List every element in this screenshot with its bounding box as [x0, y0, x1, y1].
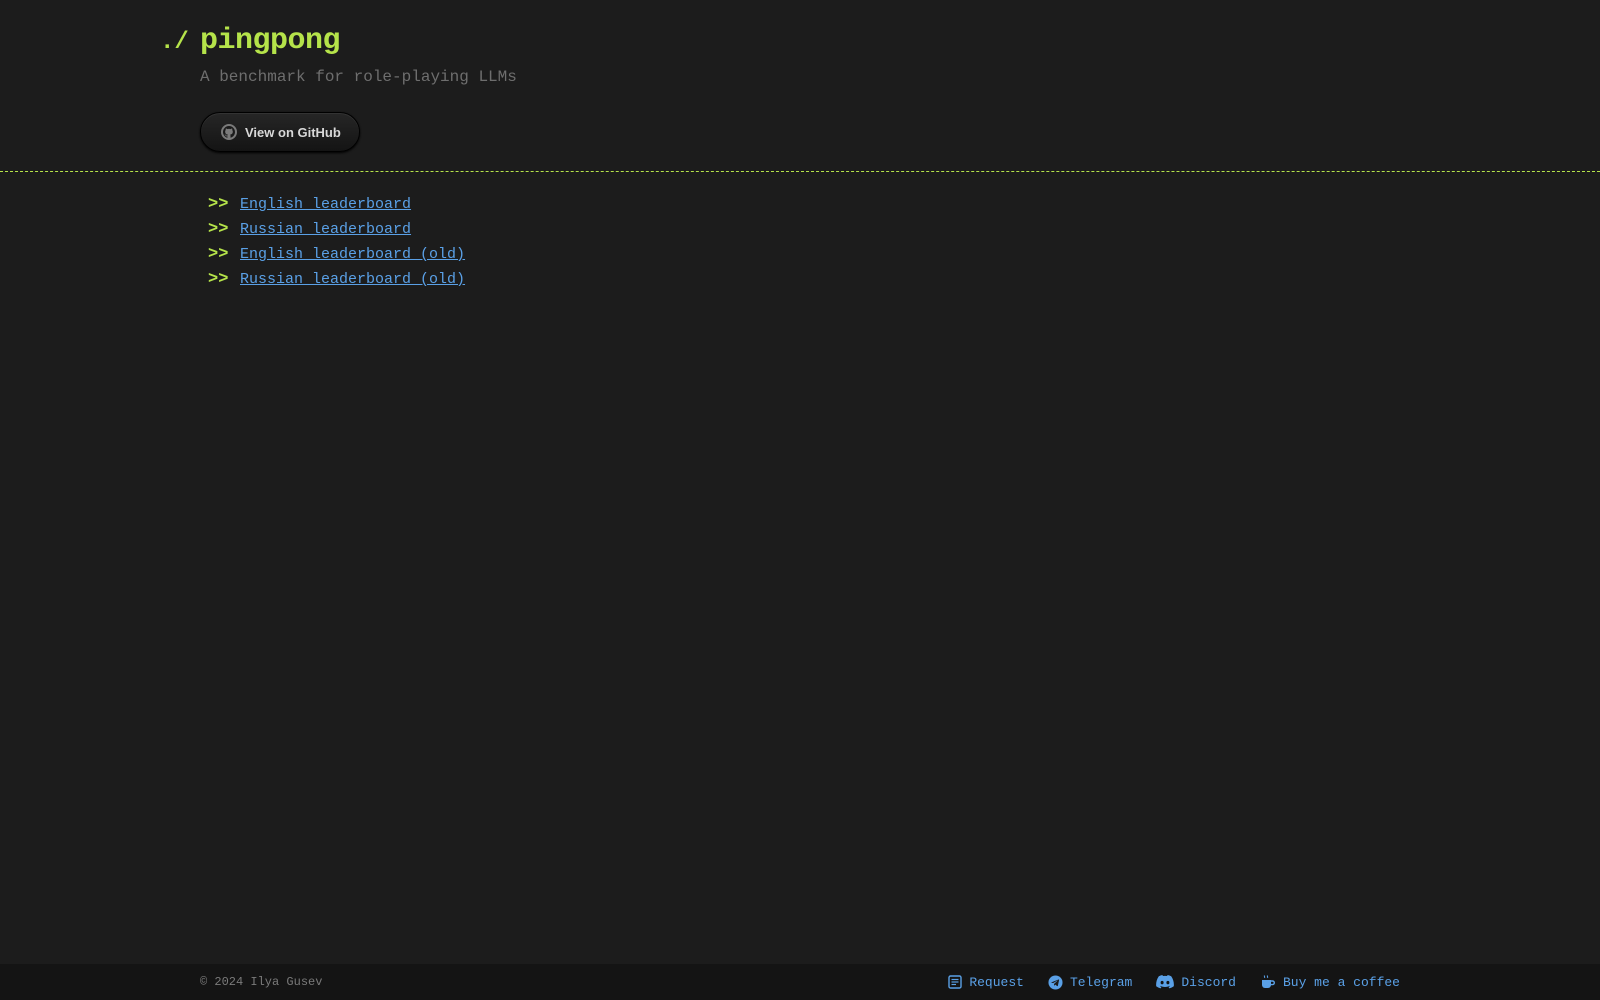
list-item: >> English leaderboard (old): [208, 242, 465, 267]
list-item: >> Russian leaderboard: [208, 217, 465, 242]
site-title[interactable]: pingpong: [200, 24, 341, 58]
site-subtitle: A benchmark for role-playing LLMs: [200, 68, 517, 86]
list-marker: >>: [208, 245, 229, 264]
copyright: © 2024 Ilya Gusev: [200, 975, 323, 989]
buy-me-a-coffee-label: Buy me a coffee: [1282, 974, 1400, 990]
list-item: >> Russian leaderboard (old): [208, 267, 465, 292]
title-row: ./ pingpong: [160, 24, 341, 60]
list-item: >> English leaderboard: [208, 192, 465, 217]
github-icon: [221, 124, 237, 140]
buy-me-a-coffee-link[interactable]: Buy me a coffee: [1260, 974, 1400, 990]
request-form-icon: [948, 975, 963, 989]
title-prompt: ./: [160, 29, 189, 56]
leaderboard-links: >> English leaderboard >> Russian leader…: [208, 192, 465, 292]
coffee-cup-icon: [1261, 975, 1275, 988]
russian-leaderboard-old-link[interactable]: Russian leaderboard (old): [240, 271, 465, 288]
list-marker: >>: [208, 270, 229, 289]
english-leaderboard-link[interactable]: English leaderboard: [240, 196, 411, 213]
telegram-icon: [1048, 974, 1063, 990]
discord-link[interactable]: Discord: [1156, 975, 1236, 990]
view-on-github-button[interactable]: View on GitHub: [200, 112, 360, 152]
request-label: Request: [969, 974, 1024, 990]
telegram-link[interactable]: Telegram: [1048, 975, 1132, 990]
discord-label: Discord: [1181, 974, 1236, 990]
footer-links: Request Telegram Discord Buy me a coffee: [924, 964, 1400, 1000]
russian-leaderboard-link[interactable]: Russian leaderboard: [240, 221, 411, 238]
list-marker: >>: [208, 220, 229, 239]
site-footer: © 2024 Ilya Gusev Request Telegram Disco…: [0, 964, 1600, 1000]
list-marker: >>: [208, 195, 229, 214]
english-leaderboard-old-link[interactable]: English leaderboard (old): [240, 246, 465, 263]
site-header: ./ pingpong A benchmark for role-playing…: [0, 0, 1600, 172]
discord-icon: [1156, 975, 1175, 989]
github-button-label: View on GitHub: [245, 124, 341, 140]
telegram-label: Telegram: [1069, 974, 1133, 990]
request-link[interactable]: Request: [948, 975, 1024, 990]
